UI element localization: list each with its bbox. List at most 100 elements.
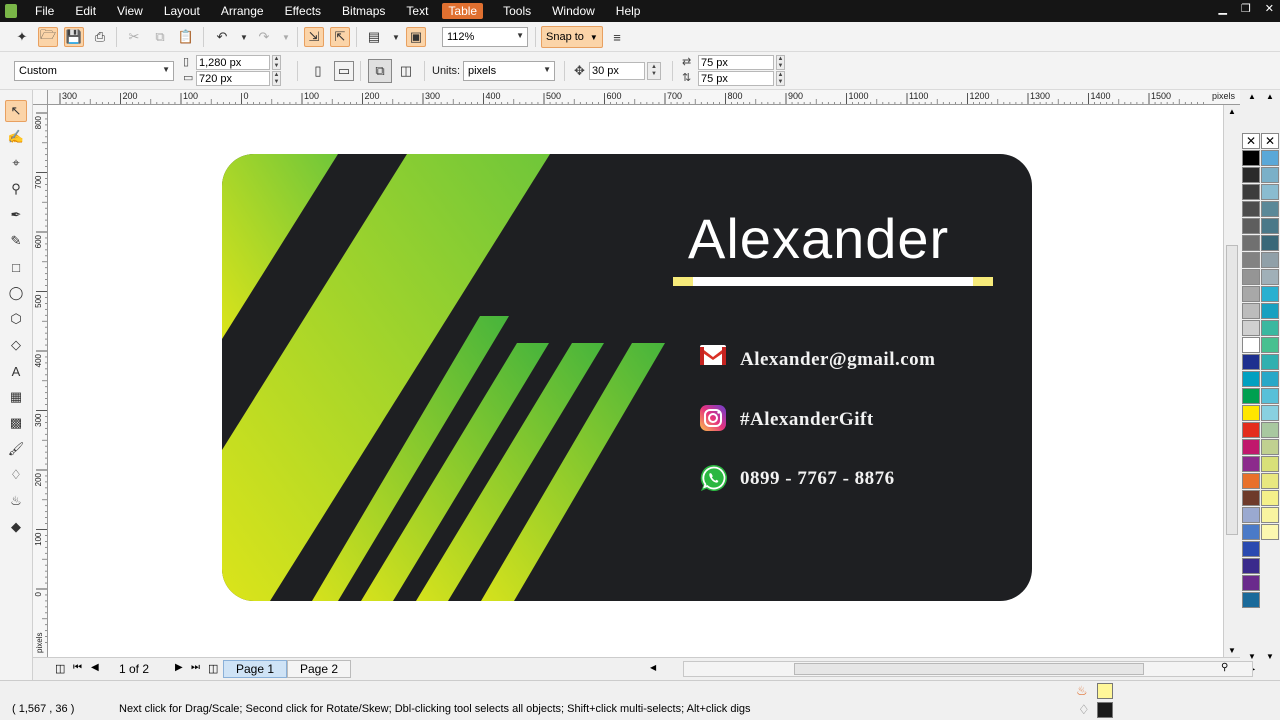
page-size-select[interactable]: Custom ▼ [14,61,174,81]
basic-shapes-tool-icon[interactable]: ◇ [5,334,27,356]
cut-icon[interactable]: ✂ [124,27,144,47]
restore-icon[interactable]: ❐ [1241,2,1251,15]
page-tab-1[interactable]: Page 1 [223,660,288,678]
palette-scroll-down-icon[interactable]: ▼ [1248,652,1256,661]
color-swatch[interactable] [1242,235,1260,251]
color-swatch[interactable] [1261,456,1279,472]
menu-edit[interactable]: Edit [62,0,104,22]
color-swatch[interactable] [1261,439,1279,455]
launcher-dropdown-icon[interactable]: ▼ [386,27,406,47]
close-icon[interactable]: ✕ [1265,2,1274,15]
color-swatch[interactable] [1242,439,1260,455]
duplicate-distance-y-input[interactable]: 75 px [698,71,774,86]
add-page-after-icon[interactable]: ◫ [208,662,218,675]
color-swatch[interactable] [1242,558,1260,574]
duplicate-distance-x-input[interactable]: 75 px [698,55,774,70]
text-tool-icon[interactable]: A [5,360,27,382]
color-swatch[interactable] [1242,405,1260,421]
no-color-swatch[interactable]: ✕ [1242,133,1260,149]
color-swatch[interactable] [1242,320,1260,336]
undo-icon[interactable]: ↶ [212,27,232,47]
horizontal-ruler[interactable]: 300 200 100 0 100 200 300 400 500 600 700 800 900 100… [48,90,1240,105]
color-swatch[interactable] [1242,150,1260,166]
ruler-origin[interactable] [33,90,48,105]
welcome-screen-icon[interactable]: ▣ [406,27,426,47]
polygon-tool-icon[interactable]: ⬡ [5,308,27,330]
color-swatch[interactable] [1261,252,1279,268]
page-tab-2[interactable]: Page 2 [287,660,352,678]
color-swatch[interactable] [1261,184,1279,200]
redo-icon[interactable]: ↷ [254,27,274,47]
new-document-icon[interactable]: ✦ [12,27,32,47]
portrait-icon[interactable]: ▯ [308,61,328,81]
color-swatch[interactable] [1242,218,1260,234]
color-swatch[interactable] [1261,490,1279,506]
color-swatch[interactable] [1242,592,1260,608]
first-page-icon[interactable]: ⏮ [73,662,82,673]
color-swatch[interactable] [1242,167,1260,183]
palette-scroll-up-icon[interactable]: ▲ [1248,92,1256,101]
copy-icon[interactable]: ⧉ [150,27,170,47]
no-color-swatch[interactable]: ✕ [1261,133,1279,149]
ellipse-tool-icon[interactable]: ◯ [5,282,27,304]
application-launcher-icon[interactable]: ▤ [364,27,384,47]
menu-help[interactable]: Help [603,0,649,22]
color-swatch[interactable] [1242,490,1260,506]
page-height-input[interactable]: 720 px [196,71,270,86]
color-swatch[interactable] [1261,354,1279,370]
page-width-input[interactable]: 1,280 px [196,55,270,70]
color-swatch[interactable] [1261,303,1279,319]
color-swatch[interactable] [1261,235,1279,251]
color-swatch[interactable] [1242,201,1260,217]
nudge-distance-input[interactable]: 30 px [589,62,645,80]
table-tool-icon[interactable]: ▦ [5,386,27,408]
outline-color-indicator[interactable] [1097,702,1113,718]
color-swatch[interactable] [1242,541,1260,557]
units-select[interactable]: pixels ▼ [463,61,555,81]
horizontal-scrollbar[interactable] [683,661,1253,677]
palette-scroll-down-icon[interactable]: ▼ [1266,652,1274,661]
duplicate-x-spinner[interactable]: ▲ ▼ [776,55,785,70]
menu-table[interactable]: Table [442,3,484,19]
print-icon[interactable]: ⎙ [90,27,110,47]
scroll-left-icon[interactable]: ◀ [650,663,656,672]
color-swatch[interactable] [1242,524,1260,540]
color-swatch[interactable] [1242,354,1260,370]
page-height-spinner[interactable]: ▲ ▼ [272,71,281,86]
color-swatch[interactable] [1261,371,1279,387]
zoom-to-fit-icon[interactable]: ⚲ [1221,662,1228,673]
add-page-icon[interactable]: ◫ [55,662,65,675]
zoom-level-select[interactable]: 112% ▼ [442,27,528,47]
business-card[interactable]: Alexander Alexander@gmail.com #Alexander… [222,154,1032,601]
menu-effects[interactable]: Effects [272,0,329,22]
current-page-icon[interactable]: ◫ [396,61,416,81]
color-swatch[interactable] [1242,184,1260,200]
export-icon[interactable]: ⇱ [330,27,350,47]
save-icon[interactable]: 💾 [64,27,84,47]
color-swatch[interactable] [1261,286,1279,302]
last-page-icon[interactable]: ⏭ [191,662,200,673]
fill-tool-icon[interactable]: ♨ [5,490,27,512]
open-folder-icon[interactable]: 🗁 [38,27,58,47]
color-swatch[interactable] [1261,507,1279,523]
crop-tool-icon[interactable]: ⌖ [5,152,27,174]
menu-file[interactable]: File [22,0,62,22]
color-swatch[interactable] [1242,507,1260,523]
horizontal-scrollbar-thumb[interactable] [794,663,1144,675]
color-swatch[interactable] [1261,337,1279,353]
import-icon[interactable]: ⇲ [304,27,324,47]
redo-dropdown-icon[interactable]: ▼ [276,27,296,47]
outline-pen-tool-icon[interactable]: ♢ [5,464,27,486]
color-swatch[interactable] [1261,201,1279,217]
color-swatch[interactable] [1261,405,1279,421]
color-swatch[interactable] [1242,422,1260,438]
color-swatch[interactable] [1261,218,1279,234]
color-swatch[interactable] [1261,269,1279,285]
interactive-fill-tool-icon[interactable]: ◆ [5,516,27,538]
color-swatch[interactable] [1242,303,1260,319]
color-swatch[interactable] [1242,337,1260,353]
fill-color-indicator[interactable] [1097,683,1113,699]
vertical-ruler[interactable]: 800 700 600 500 400 300 200 100 0 pixels [33,105,48,657]
vertical-scrollbar-thumb[interactable] [1226,245,1238,535]
scroll-down-icon[interactable]: ▼ [1228,646,1236,655]
